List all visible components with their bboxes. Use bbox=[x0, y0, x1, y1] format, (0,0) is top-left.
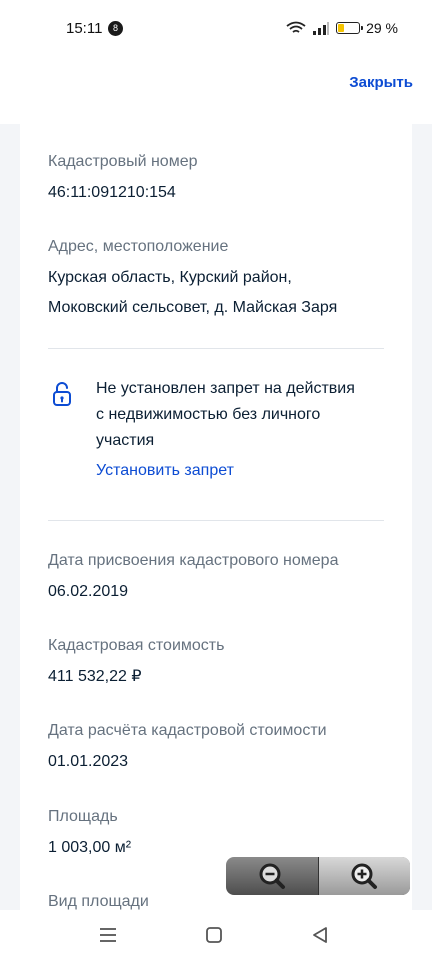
assignment-date-field: Дата присвоения кадастрового номера 06.0… bbox=[48, 549, 384, 607]
address-label: Адрес, местоположение bbox=[48, 238, 229, 255]
status-bar: 15:11 8 29 % bbox=[0, 0, 432, 58]
address-line-2: Моковский сельсовет, д. Майская Заря bbox=[48, 299, 338, 316]
zoom-in-icon bbox=[351, 863, 378, 889]
address-field: Адрес, местоположение Курская область, К… bbox=[48, 235, 384, 323]
cadastral-number-value: 46:11:091210:154 bbox=[48, 184, 176, 201]
zoom-out-icon bbox=[259, 863, 285, 889]
value-calc-date-field: Дата расчёта кадастровой стоимости 01.01… bbox=[48, 719, 384, 777]
cadastral-number-field: Кадастровый номер 46:11:091210:154 bbox=[48, 150, 384, 208]
cadastral-number-label: Кадастровый номер bbox=[48, 153, 198, 170]
restriction-line-1: Не установлен запрет на действия bbox=[96, 380, 355, 397]
zoom-control bbox=[226, 857, 410, 895]
unlock-icon bbox=[53, 382, 71, 406]
recents-icon[interactable] bbox=[96, 924, 120, 946]
property-card: Кадастровый номер 46:11:091210:154 Адрес… bbox=[20, 124, 412, 910]
divider bbox=[48, 520, 384, 521]
restriction-text: Не установлен запрет на действия с недви… bbox=[96, 376, 386, 454]
battery-level-fill bbox=[338, 24, 344, 32]
home-icon[interactable] bbox=[202, 924, 226, 946]
battery-icon bbox=[336, 22, 364, 34]
value-calc-date-value: 01.01.2023 bbox=[48, 753, 129, 770]
status-indicators: 29 % bbox=[286, 18, 398, 38]
address-line-1: Курская область, Курский район, bbox=[48, 269, 292, 286]
divider bbox=[48, 348, 384, 349]
status-time: 15:11 bbox=[66, 20, 103, 37]
battery-percent: 29 % bbox=[366, 20, 398, 36]
cadastral-value-field: Кадастровая стоимость 411 532,22 ₽ bbox=[48, 634, 384, 692]
top-header: Закрыть bbox=[0, 58, 432, 124]
zoom-out-button[interactable] bbox=[226, 857, 318, 895]
area-field: Площадь 1 003,00 м² bbox=[48, 805, 384, 863]
wifi-icon bbox=[286, 21, 306, 33]
restriction-line-3: участия bbox=[96, 432, 155, 449]
signal-icon bbox=[313, 22, 330, 35]
area-label: Площадь bbox=[48, 808, 118, 825]
system-nav-bar bbox=[0, 910, 432, 960]
value-calc-date-label: Дата расчёта кадастровой стоимости bbox=[48, 722, 327, 739]
assignment-date-value: 06.02.2019 bbox=[48, 583, 129, 600]
set-restriction-link[interactable]: Установить запрет bbox=[96, 462, 234, 480]
close-button[interactable]: Закрыть bbox=[349, 74, 413, 91]
restriction-line-2: с недвижимостью без личного bbox=[96, 406, 321, 423]
cadastral-value-amount: 411 532,22 ₽ bbox=[48, 668, 142, 685]
back-icon[interactable] bbox=[308, 924, 332, 946]
assignment-date-label: Дата присвоения кадастрового номера bbox=[48, 552, 339, 569]
notification-badge: 8 bbox=[108, 21, 123, 36]
zoom-in-button[interactable] bbox=[317, 857, 410, 895]
cadastral-value-label: Кадастровая стоимость bbox=[48, 637, 225, 654]
